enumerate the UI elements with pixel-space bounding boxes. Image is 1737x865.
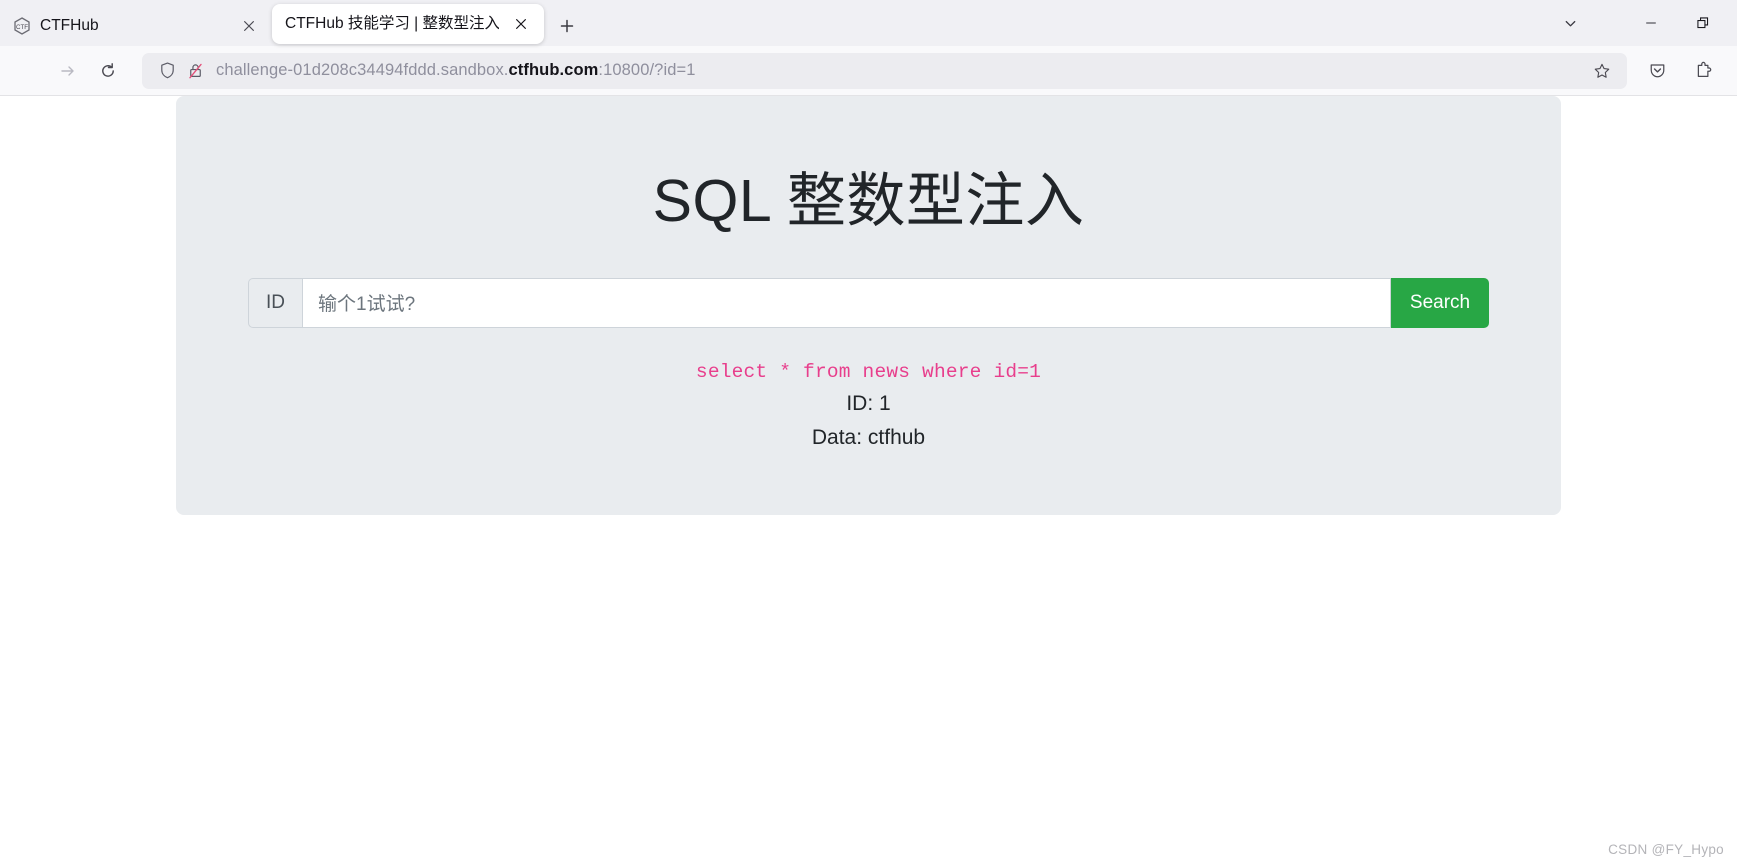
tab-close-icon[interactable]: [508, 11, 534, 37]
tab-sql-challenge[interactable]: CTFHub 技能学习 | 整数型注入: [272, 4, 544, 44]
page-title: SQL 整数型注入: [652, 168, 1085, 234]
new-tab-button[interactable]: [550, 9, 584, 43]
url-suffix: :10800/?id=1: [598, 61, 696, 79]
input-prefix-label: ID: [248, 277, 302, 328]
address-bar[interactable]: challenge-01d208c34494fddd.sandbox.ctfhu…: [142, 52, 1627, 89]
url-text: challenge-01d208c34494fddd.sandbox.ctfhu…: [216, 61, 1587, 80]
window-controls: [1549, 0, 1737, 46]
back-arrow-icon[interactable]: [8, 53, 48, 89]
pocket-save-icon[interactable]: [1637, 53, 1677, 89]
tab-strip: CTF CTFHub CTFHub 技能学习 | 整数型注入: [0, 0, 1737, 46]
watermark: CSDN @FY_Hypo: [1608, 842, 1724, 857]
reload-icon[interactable]: [88, 53, 128, 89]
sql-query-text: select * from news where id=1: [695, 360, 1042, 383]
chevron-down-icon[interactable]: [1549, 4, 1591, 42]
toolbar-actions: [1637, 53, 1729, 89]
puzzle-piece-icon[interactable]: [1683, 53, 1723, 89]
minimize-icon[interactable]: [1625, 1, 1677, 45]
search-button[interactable]: Search: [1391, 277, 1489, 328]
query-result: select * from news where id=1 ID: 1 Data…: [208, 358, 1529, 455]
url-prefix: challenge-01d208c34494fddd.sandbox.: [216, 61, 509, 79]
shield-icon[interactable]: [156, 60, 178, 82]
ctfhub-hex-logo-icon: CTF: [13, 17, 31, 35]
id-input-placeholder: 输个1试试?: [318, 294, 416, 316]
result-id-line: ID: 1: [846, 392, 891, 416]
page-viewport: SQL 整数型注入 ID 输个1试试? Search select * from…: [0, 96, 1737, 865]
svg-text:CTF: CTF: [16, 24, 28, 31]
forward-arrow-icon[interactable]: [48, 53, 88, 89]
jumbotron: SQL 整数型注入 ID 输个1试试? Search select * from…: [176, 96, 1561, 516]
tab-close-icon[interactable]: [236, 13, 262, 39]
tab-ctfhub[interactable]: CTF CTFHub: [0, 6, 272, 46]
star-icon[interactable]: [1587, 56, 1617, 86]
id-search-form: ID 输个1试试? Search: [248, 277, 1489, 328]
tab-title: CTFHub: [40, 17, 99, 34]
page-container: SQL 整数型注入 ID 输个1试试? Search select * from…: [176, 96, 1561, 516]
tab-title: CTFHub 技能学习 | 整数型注入: [285, 15, 499, 32]
result-data-line: Data: ctfhub: [811, 426, 926, 450]
url-domain: ctfhub.com: [508, 61, 599, 79]
restore-icon[interactable]: [1677, 1, 1729, 45]
navigation-toolbar: challenge-01d208c34494fddd.sandbox.ctfhu…: [0, 46, 1737, 96]
browser-window: CTF CTFHub CTFHub 技能学习 | 整数型注入 challenge…: [0, 0, 1737, 865]
id-input[interactable]: 输个1试试?: [302, 277, 1391, 328]
lock-crossed-icon[interactable]: [184, 60, 206, 82]
